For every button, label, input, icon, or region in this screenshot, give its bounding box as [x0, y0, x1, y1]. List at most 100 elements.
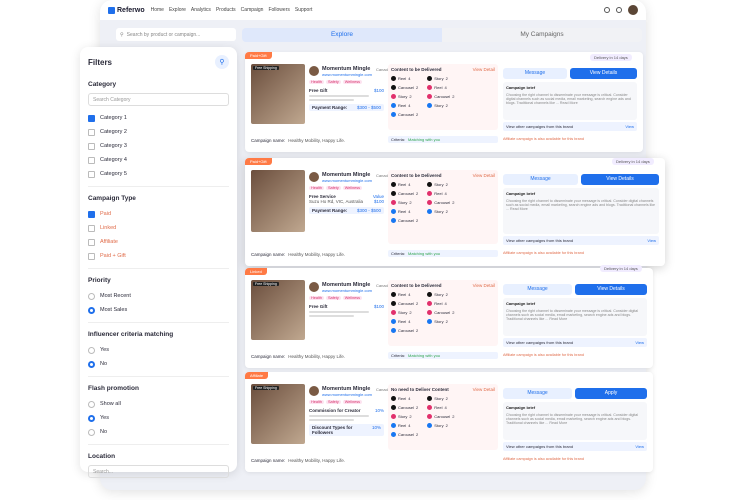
radio-option[interactable]: No — [88, 425, 229, 439]
category-search-input[interactable]: Search Category — [88, 93, 229, 106]
campaign-name-row: Campaign name: Healthy Mobility, Happy Li… — [251, 138, 345, 143]
brand-url[interactable]: www.momentummingle.com — [322, 72, 384, 77]
view-details-button[interactable]: View Details — [570, 68, 637, 79]
platform-icon — [391, 319, 396, 324]
radio-button[interactable] — [88, 292, 95, 300]
checkbox[interactable] — [88, 252, 95, 260]
nav-link-products[interactable]: Products — [216, 7, 236, 13]
view-detail-link[interactable]: View Detail — [473, 283, 495, 288]
radio-option[interactable]: Most Recent — [88, 289, 229, 303]
radio-option[interactable]: Show all — [88, 397, 229, 411]
nav-link-explore[interactable]: Explore — [169, 7, 186, 13]
radio-option[interactable]: Yes — [88, 343, 229, 357]
checkbox[interactable] — [88, 224, 95, 232]
brand-url[interactable]: www.momentummingle.com — [322, 392, 384, 397]
checkbox[interactable] — [88, 210, 95, 218]
view-link[interactable]: View — [625, 124, 634, 129]
detail-value: $100 — [373, 88, 384, 93]
radio-button[interactable] — [88, 428, 95, 436]
search-bar[interactable]: ⚲ Search by product or campaign... — [116, 28, 236, 41]
view-details-button[interactable]: View Details — [575, 284, 647, 295]
nav-link-support[interactable]: Support — [295, 7, 313, 13]
checkbox-option[interactable]: Paid — [88, 207, 229, 221]
radio-button[interactable] — [88, 360, 95, 368]
view-detail-link[interactable]: View Detail — [473, 173, 495, 178]
category-tag: Wellness — [342, 400, 363, 404]
radio-button[interactable] — [88, 400, 95, 408]
tab-explore[interactable]: Explore — [242, 28, 442, 42]
campaign-type-list: Paid Linked Affiliate Paid + Gift — [88, 207, 229, 263]
checkbox-option[interactable]: Category 2 — [88, 125, 229, 139]
nav-link-home[interactable]: Home — [151, 7, 164, 13]
radio-button[interactable] — [88, 306, 95, 314]
detail-label: Payment Range: — [312, 105, 348, 110]
platform-icon — [391, 432, 396, 437]
message-button[interactable]: Message — [503, 284, 572, 295]
criteria-row: Criteria: Matching with you — [388, 136, 498, 143]
view-detail-link[interactable]: View Detail — [473, 67, 495, 72]
view-link[interactable]: View — [647, 238, 656, 243]
content-box: Content to be Delivered View Detail Reel 4 S… — [388, 170, 498, 244]
other-campaigns-row[interactable]: View other campaigns from this brand View — [503, 122, 637, 131]
radio-button[interactable] — [88, 346, 95, 354]
location-search-input[interactable]: Search... — [88, 465, 229, 478]
other-campaigns-row[interactable]: View other campaigns from this brand View — [503, 236, 659, 245]
brand-url[interactable]: www.momentummingle.com — [322, 288, 384, 293]
radio-option[interactable]: Yes — [88, 411, 229, 425]
checkbox[interactable] — [88, 142, 95, 150]
view-link[interactable]: View — [635, 444, 644, 449]
view-link[interactable]: View — [635, 340, 644, 345]
checkbox-option[interactable]: Category 1 — [88, 111, 229, 125]
checkbox-option[interactable]: Category 4 — [88, 153, 229, 167]
checkbox-option[interactable]: Affiliate — [88, 235, 229, 249]
avatar[interactable] — [628, 5, 638, 15]
platform-item: Reel 4 — [391, 292, 423, 297]
checkbox[interactable] — [88, 114, 95, 122]
platform-count: 2 — [445, 209, 448, 214]
filters-panel: Filters ⚲ Category Search Category Catego… — [80, 47, 237, 478]
checkbox[interactable] — [88, 128, 95, 136]
checkbox[interactable] — [88, 238, 95, 246]
platform-item: Reel 4 — [427, 301, 459, 306]
view-details-button[interactable]: View Details — [581, 174, 659, 185]
option-label: Most Sales — [100, 307, 128, 313]
divider — [88, 186, 229, 187]
tag-list: Health Safety Wellness — [309, 186, 384, 190]
campaign-type-chip: Affiliate — [245, 372, 269, 379]
radio-option[interactable]: Most Sales — [88, 303, 229, 317]
campaign-type-chip: Paid+Gift — [245, 158, 272, 165]
campaign-name-row: Campaign name: Healthy Mobility, Happy Li… — [251, 354, 345, 359]
filter-search-button[interactable]: ⚲ — [215, 55, 229, 69]
brand-logo[interactable]: Referwo — [108, 6, 145, 14]
checkbox-option[interactable]: Paid + Gift — [88, 249, 229, 263]
view-detail-link[interactable]: View Detail — [473, 387, 495, 392]
checkbox-option[interactable]: Category 3 — [88, 139, 229, 153]
nav-link-followers[interactable]: Followers — [268, 7, 289, 13]
campaign-name-value: Healthy Mobility, Happy Life. — [288, 138, 345, 143]
other-campaigns-row[interactable]: View other campaigns from this brand View — [503, 338, 647, 347]
description-placeholder — [309, 315, 354, 317]
checkbox[interactable] — [88, 170, 95, 178]
bell-icon[interactable] — [604, 7, 610, 13]
checkbox-option[interactable]: Category 5 — [88, 167, 229, 181]
radio-button[interactable] — [88, 414, 95, 422]
other-campaigns-row[interactable]: View other campaigns from this brand View — [503, 442, 647, 451]
nav-link-analytics[interactable]: Analytics — [191, 7, 211, 13]
settings-icon[interactable] — [616, 7, 622, 13]
checkbox[interactable] — [88, 156, 95, 164]
platform-name: Reel — [398, 423, 407, 428]
message-button[interactable]: Message — [503, 388, 572, 399]
divider — [88, 444, 229, 445]
checkbox-option[interactable]: Linked — [88, 221, 229, 235]
criteria-label: Criteria: — [391, 353, 406, 358]
platform-count: 4 — [408, 292, 411, 297]
platform-item: Story 2 — [427, 396, 459, 401]
message-button[interactable]: Message — [503, 68, 567, 79]
apply-button[interactable]: Apply — [575, 388, 647, 399]
brand-url[interactable]: www.momentummingle.com — [322, 178, 384, 183]
radio-option[interactable]: No — [88, 357, 229, 371]
tab-my-campaigns[interactable]: My Campaigns — [442, 28, 642, 42]
nav-link-campaign[interactable]: Campaign — [241, 7, 264, 13]
detail-value: $300 - $500 — [356, 105, 381, 110]
message-button[interactable]: Message — [503, 174, 578, 185]
